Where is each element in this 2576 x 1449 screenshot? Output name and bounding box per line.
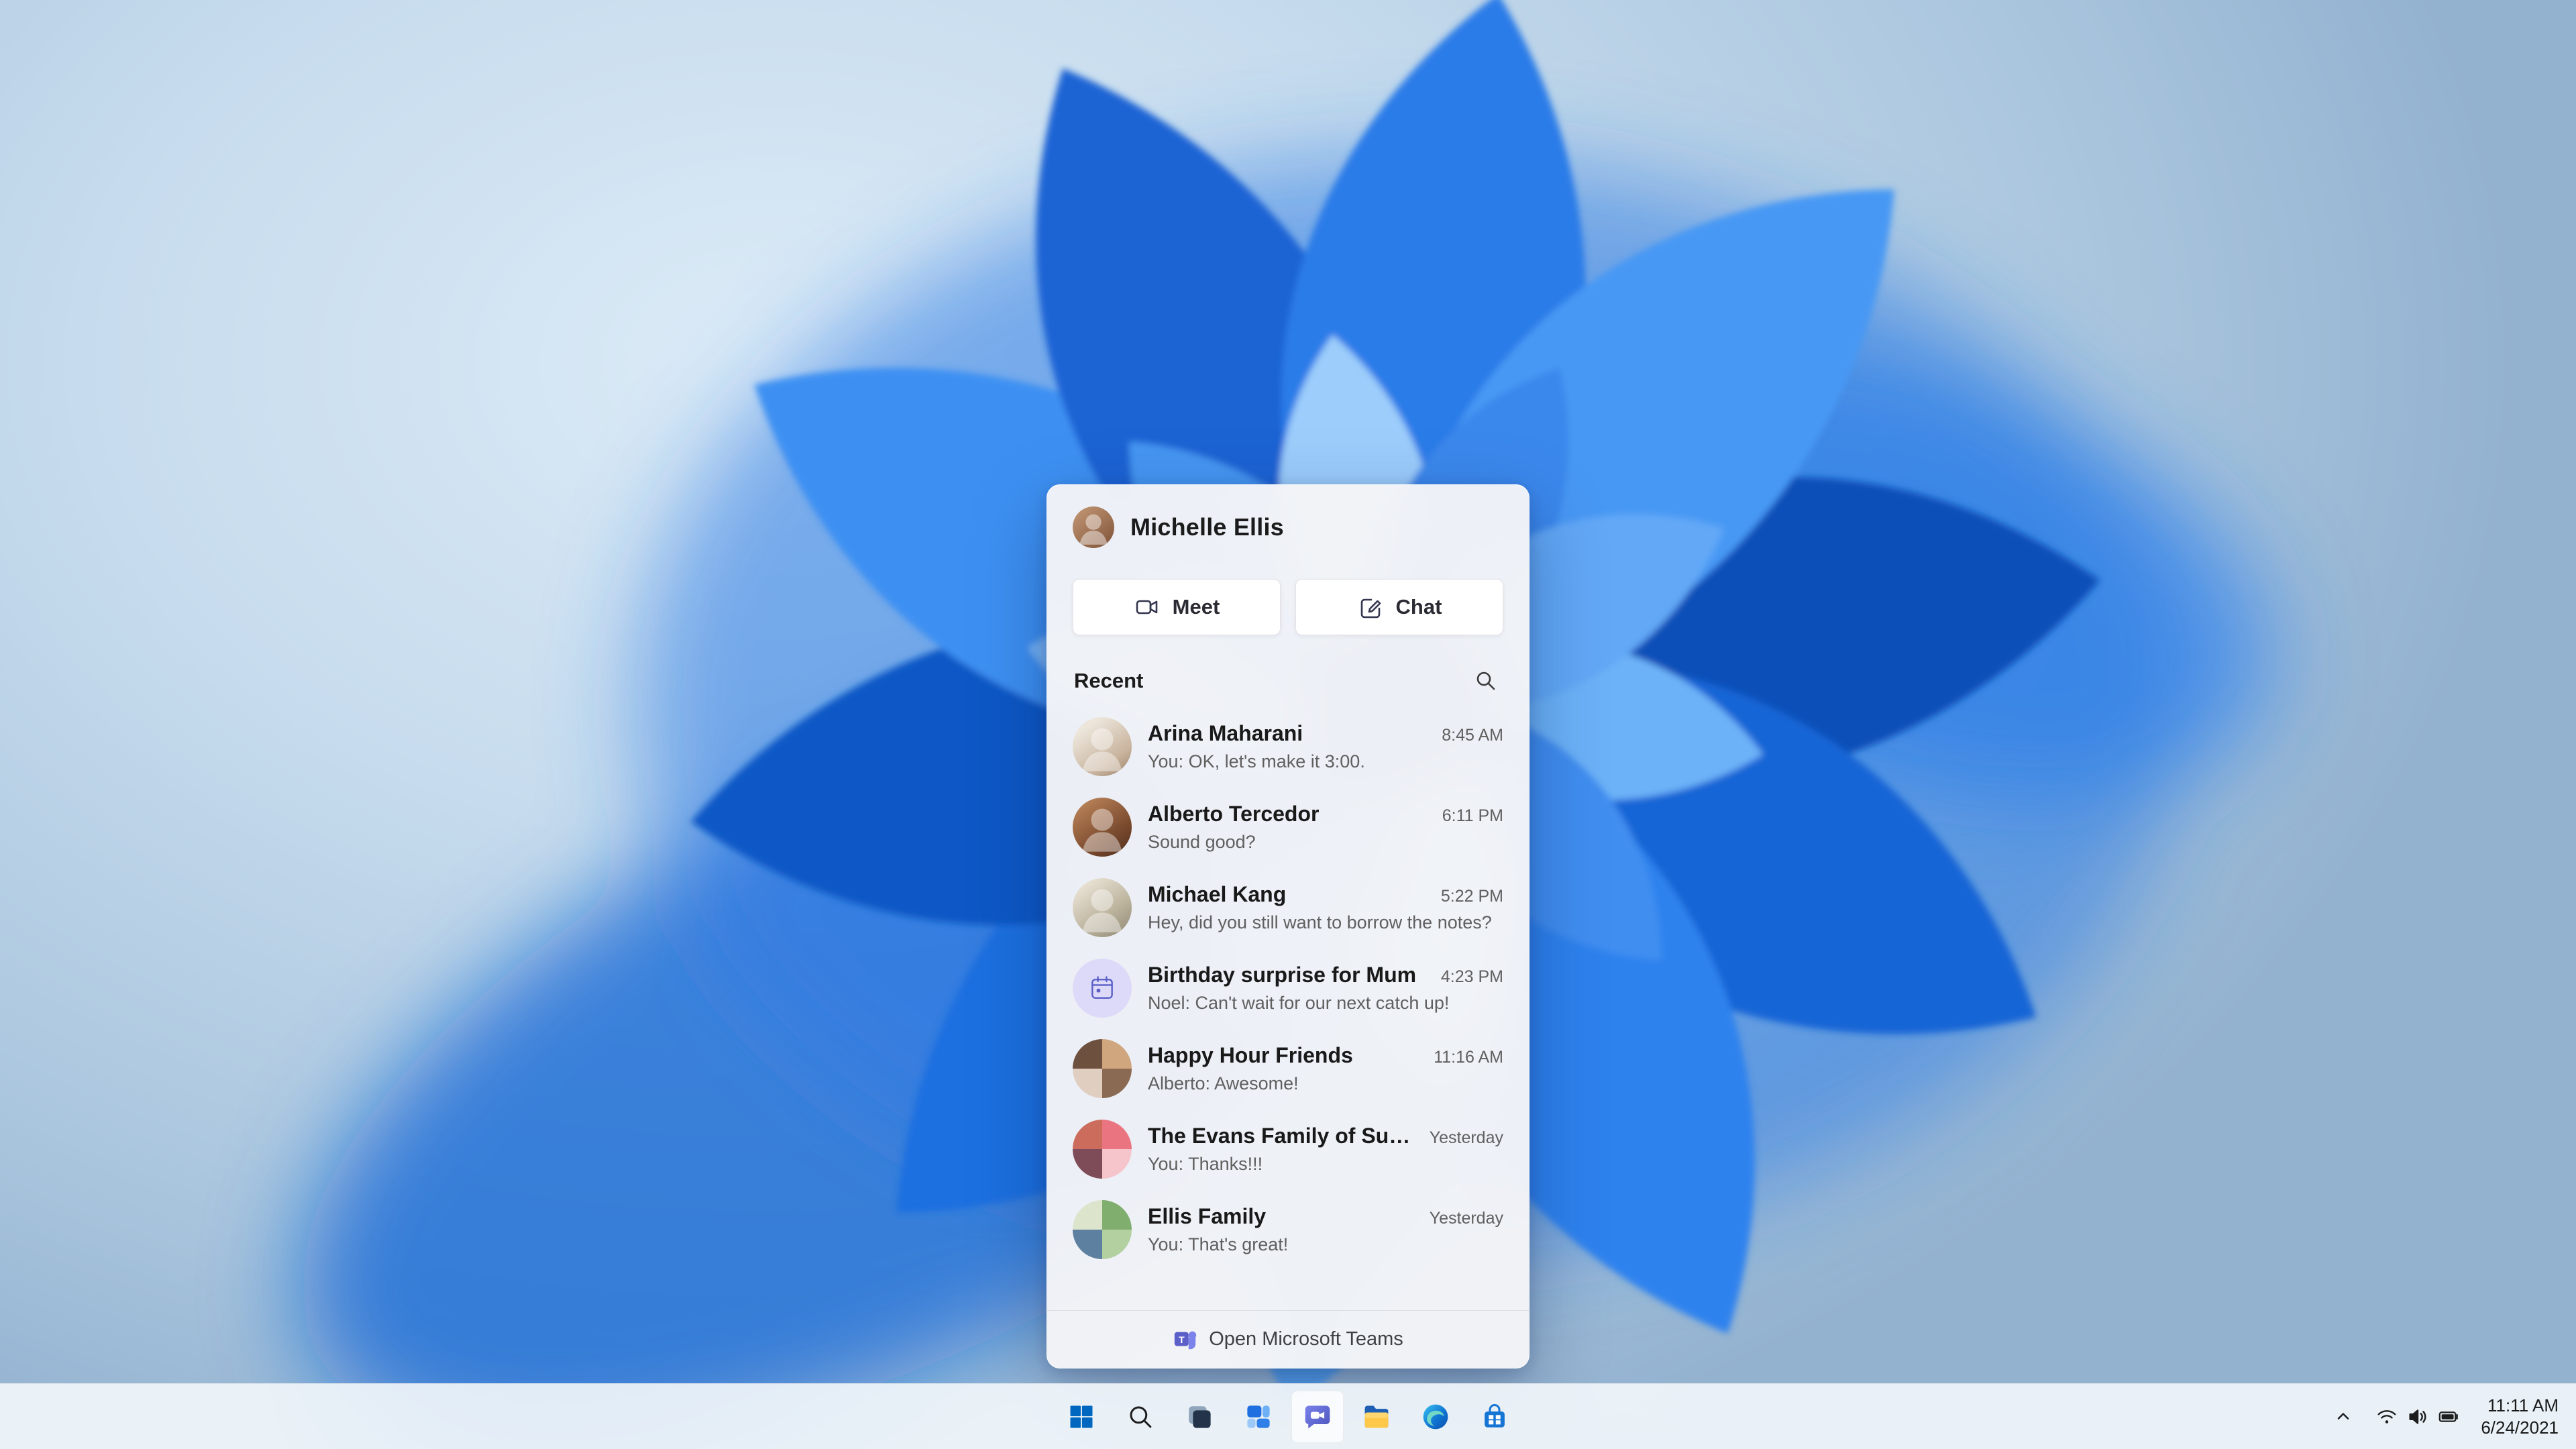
meet-button[interactable]: Meet (1073, 579, 1281, 635)
chevron-up-icon (2333, 1407, 2353, 1427)
message-preview: You: That's great! (1148, 1234, 1289, 1254)
user-avatar[interactable] (1073, 506, 1114, 548)
start-button[interactable] (1055, 1391, 1108, 1443)
widgets-button[interactable] (1232, 1391, 1285, 1443)
contact-avatar (1073, 717, 1132, 776)
edge-browser-button[interactable] (1409, 1391, 1462, 1443)
contact-name: The Evans Family of Supers (1148, 1124, 1420, 1148)
system-tray: 11:11 AM 6/24/2021 (2324, 1384, 2567, 1449)
wifi-icon (2376, 1406, 2398, 1428)
task-view-icon (1185, 1403, 1214, 1431)
clock[interactable]: 11:11 AM 6/24/2021 (2473, 1391, 2567, 1443)
recent-label: Recent (1074, 669, 1144, 692)
conversation-row[interactable]: Michael Kang 5:22 PM Hey, did you still … (1047, 867, 1529, 948)
group-avatar (1073, 1200, 1132, 1259)
search-icon (1126, 1403, 1155, 1431)
contact-avatar (1073, 878, 1132, 937)
message-preview: Sound good? (1148, 832, 1256, 852)
teams-chat-button[interactable] (1291, 1390, 1344, 1443)
compose-icon (1357, 594, 1384, 621)
message-time: 5:22 PM (1440, 887, 1503, 906)
video-camera-icon (1134, 594, 1161, 621)
group-avatar (1073, 1120, 1132, 1179)
battery-icon (2438, 1406, 2459, 1428)
tray-overflow-button[interactable] (2324, 1391, 2363, 1443)
open-teams-link[interactable]: T Open Microsoft Teams (1047, 1310, 1529, 1368)
contact-name: Alberto Tercedor (1148, 802, 1320, 826)
message-time: 8:45 AM (1442, 726, 1503, 745)
windows-logo-icon (1067, 1402, 1096, 1432)
teams-chat-flyout: Michelle Ellis Meet Chat Recent Arina Ma… (1046, 484, 1529, 1368)
contact-name: Arina Maharani (1148, 721, 1303, 745)
quick-settings-button[interactable] (2367, 1391, 2469, 1443)
calendar-avatar-icon (1073, 959, 1132, 1018)
search-taskbar-button[interactable] (1114, 1391, 1167, 1443)
chat-button[interactable]: Chat (1295, 579, 1503, 635)
chat-bubble-icon (1303, 1402, 1332, 1432)
recent-header: Recent (1047, 635, 1529, 704)
search-icon[interactable] (1470, 665, 1502, 697)
contact-name: Ellis Family (1148, 1204, 1267, 1228)
widgets-icon (1244, 1403, 1273, 1431)
clock-time: 11:11 AM (2487, 1395, 2559, 1415)
conversation-row[interactable]: Arina Maharani 8:45 AM You: OK, let's ma… (1047, 706, 1529, 787)
volume-icon (2407, 1406, 2428, 1428)
conversation-row[interactable]: Alberto Tercedor 6:11 PM Sound good? (1047, 787, 1529, 867)
message-preview: You: OK, let's make it 3:00. (1148, 751, 1365, 771)
message-time: 6:11 PM (1442, 806, 1503, 825)
chat-button-label: Chat (1395, 595, 1442, 619)
microsoft-store-button[interactable] (1468, 1391, 1521, 1443)
contact-name: Happy Hour Friends (1148, 1043, 1353, 1067)
clock-date: 6/24/2021 (2481, 1417, 2559, 1438)
svg-text:T: T (1179, 1334, 1185, 1345)
message-time: Yesterday (1429, 1128, 1503, 1147)
message-preview: Hey, did you still want to borrow the no… (1148, 912, 1492, 932)
task-view-button[interactable] (1173, 1391, 1226, 1443)
open-teams-label: Open Microsoft Teams (1209, 1328, 1403, 1350)
message-time: Yesterday (1429, 1209, 1503, 1228)
contact-name: Michael Kang (1148, 882, 1287, 906)
conversation-row[interactable]: Happy Hour Friends 11:16 AM Alberto: Awe… (1047, 1028, 1529, 1109)
edge-icon (1421, 1402, 1450, 1432)
action-buttons: Meet Chat (1047, 561, 1529, 635)
message-preview: You: Thanks!!! (1148, 1154, 1263, 1174)
conversation-list: Arina Maharani 8:45 AM You: OK, let's ma… (1047, 704, 1529, 1310)
taskbar: 11:11 AM 6/24/2021 (0, 1383, 2576, 1449)
message-time: 11:16 AM (1434, 1048, 1503, 1067)
teams-logo-icon: T (1173, 1327, 1198, 1352)
conversation-row[interactable]: The Evans Family of Supers Yesterday You… (1047, 1109, 1529, 1189)
flyout-header: Michelle Ellis (1047, 485, 1529, 561)
taskbar-center-icons (1055, 1384, 1521, 1449)
meet-button-label: Meet (1172, 595, 1220, 619)
contact-avatar (1073, 798, 1132, 857)
conversation-row[interactable]: Ellis Family Yesterday You: That's great… (1047, 1189, 1529, 1270)
contact-name: Birthday surprise for Mum (1148, 963, 1417, 987)
message-preview: Noel: Can't wait for our next catch up! (1148, 993, 1450, 1013)
conversation-row[interactable]: Birthday surprise for Mum 4:23 PM Noel: … (1047, 948, 1529, 1028)
message-time: 4:23 PM (1440, 967, 1503, 986)
file-explorer-button[interactable] (1350, 1391, 1403, 1443)
message-preview: Alberto: Awesome! (1148, 1073, 1299, 1093)
folder-icon (1362, 1402, 1391, 1432)
group-avatar (1073, 1039, 1132, 1098)
user-name: Michelle Ellis (1130, 513, 1284, 541)
store-bag-icon (1481, 1403, 1509, 1431)
